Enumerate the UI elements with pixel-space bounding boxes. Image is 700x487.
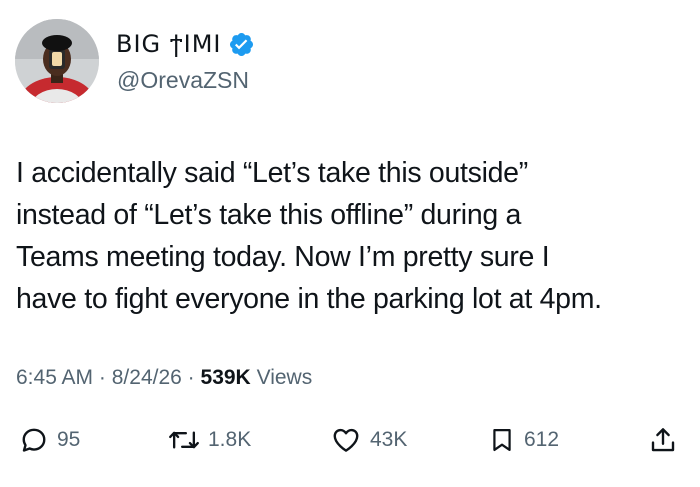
tweet-text-line: have to fight everyone in the parking lo…	[16, 283, 602, 315]
bookmark-button[interactable]: 612	[488, 418, 559, 462]
tweet-metadata: 6:45 AM · 8/24/26 · 539K Views	[16, 366, 312, 390]
meta-separator: ·	[187, 366, 195, 389]
meta-separator: ·	[98, 366, 106, 389]
views-count: 539K	[200, 366, 251, 389]
reply-button[interactable]: 95	[19, 418, 80, 462]
reply-count: 95	[57, 428, 81, 451]
tweet-time[interactable]: 6:45 AM	[16, 366, 93, 389]
tweet-text-line: instead of “Let’s take this offline” dur…	[16, 199, 522, 231]
share-button[interactable]	[648, 418, 678, 462]
action-bar: 95 1.8K 43K 612	[0, 418, 700, 462]
like-button[interactable]: 43K	[330, 418, 407, 462]
tweet-text-line: I accidentally said “Let’s take this out…	[16, 157, 528, 189]
bookmark-count: 612	[524, 428, 560, 451]
tweet-text: I accidentally said “Let’s take this out…	[16, 152, 686, 320]
retweet-button[interactable]: 1.8K	[168, 418, 251, 462]
like-count: 43K	[370, 428, 408, 451]
views-label: Views	[256, 366, 313, 389]
tweet-date[interactable]: 8/24/26	[112, 366, 182, 389]
reply-icon	[22, 428, 46, 452]
author-handle[interactable]: @OrevaZSN	[117, 67, 249, 94]
tweet-text-line: Teams meeting today. Now I’m pretty sure…	[16, 241, 550, 273]
verified-badge-icon	[229, 32, 253, 56]
author-name-text: BIG ϯIMI	[116, 30, 222, 58]
share-icon	[651, 428, 675, 452]
like-icon	[333, 428, 359, 452]
bookmark-icon	[493, 428, 511, 452]
avatar[interactable]	[15, 19, 99, 103]
retweet-count: 1.8K	[208, 428, 252, 451]
retweet-icon	[169, 431, 199, 449]
avatar-photo	[15, 19, 99, 103]
author-display-name[interactable]: BIG ϯIMI	[116, 30, 255, 58]
